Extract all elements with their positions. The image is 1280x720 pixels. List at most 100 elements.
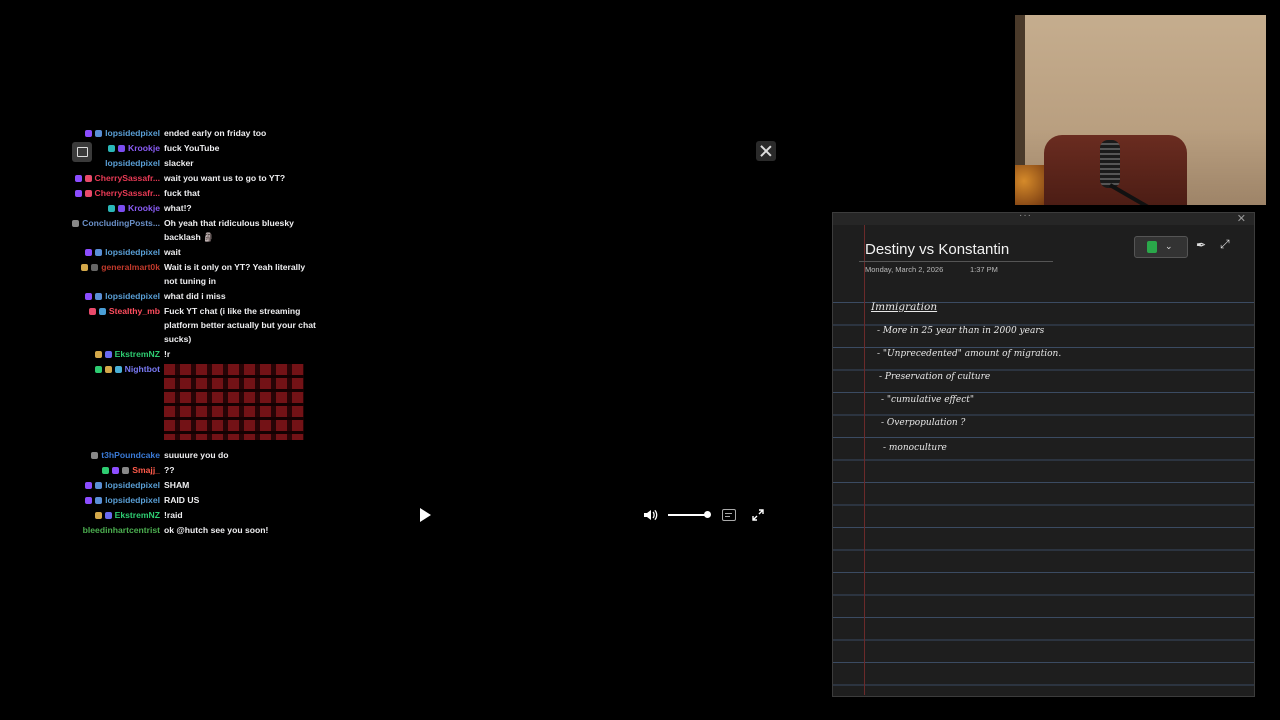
chat-message-text: !raid [164, 510, 183, 520]
chat-message-meta: Krookje [108, 201, 160, 215]
chat-username[interactable]: bleedinhartcentrist [83, 525, 160, 535]
chat-username[interactable]: lopsidedpixel [105, 247, 160, 257]
note-time: 1:37 PM [970, 265, 998, 274]
notebook-button[interactable]: ⌄ [1134, 236, 1188, 258]
chat-username[interactable]: Stealthy_mb [109, 306, 160, 316]
chat-message-meta: lopsidedpixel [85, 245, 160, 259]
chat-message-text: Wait is it only on YT? Yeah literally no… [164, 262, 306, 286]
chat-badge-icon [94, 512, 102, 519]
chat-badge-icon [85, 482, 93, 489]
chat-username[interactable]: lopsidedpixel [105, 128, 160, 138]
note-date: Monday, March 2, 2026 [865, 265, 944, 274]
chat-username[interactable]: t3hPoundcake [101, 450, 160, 460]
chat-badge-icon [104, 512, 112, 519]
chat-badge-icon [85, 249, 93, 256]
note-title[interactable]: Destiny vs Konstantin [865, 241, 1009, 258]
chat-username[interactable]: EkstremNZ [115, 510, 160, 520]
notes-titlebar[interactable]: ··· ✕ [833, 213, 1254, 225]
chat-badge-icon [98, 308, 106, 315]
chat-username[interactable]: Krookje [128, 203, 160, 213]
chat-username[interactable]: lopsidedpixel [105, 480, 160, 490]
chat-badge-icon [88, 308, 96, 315]
note-heading: Immigration [871, 301, 938, 313]
play-icon[interactable] [420, 508, 431, 522]
chat-message-text: what!? [164, 203, 192, 213]
chat-username[interactable]: Krookje [128, 143, 160, 153]
popout-chat-icon[interactable] [72, 142, 92, 162]
chat-panel: lopsidedpixel ended early on friday too Kr… [60, 124, 320, 538]
chat-message-meta: Krookje [108, 141, 160, 155]
chat-badge-icon [95, 130, 103, 137]
chat-message-meta: ConcludingPosts... [72, 216, 160, 230]
volume-icon[interactable] [642, 507, 658, 523]
fullscreen-icon[interactable] [751, 508, 765, 522]
chat-message-meta: lopsidedpixel [85, 126, 160, 140]
chat-badge-icon [72, 220, 80, 227]
note-line: - Preservation of culture [879, 372, 991, 382]
chat-message-meta: generalmart0k [81, 260, 160, 274]
chat-message-text: !r [164, 349, 171, 359]
chat-badge-icon [118, 205, 125, 212]
chat-badge-icon [91, 264, 99, 271]
chat-username[interactable]: CherrySassafr... [95, 188, 160, 198]
chat-message-text: suuuure you do [164, 450, 229, 460]
chat-message-meta: Stealthy_mb [88, 304, 160, 318]
chat-badge-icon [85, 497, 93, 504]
volume-slider-knob[interactable] [704, 511, 711, 518]
chat-badge-icon [84, 175, 92, 182]
chat-badge-icon [108, 205, 115, 212]
chat-message-meta: Nightbot [94, 362, 160, 376]
volume-slider[interactable] [668, 514, 708, 516]
chat-username[interactable]: lopsidedpixel [105, 158, 160, 168]
chat-message-meta: EkstremNZ [94, 347, 160, 361]
chat-badge-icon [91, 452, 99, 459]
expand-icon[interactable]: ⤢ [1220, 237, 1230, 252]
chat-badge-icon [104, 351, 112, 358]
pen-icon[interactable]: ✒ [1196, 238, 1206, 252]
close-icon[interactable] [756, 141, 776, 161]
chat-username[interactable]: Nightbot [125, 364, 160, 374]
chat-username[interactable]: EkstremNZ [115, 349, 160, 359]
note-line: - More in 25 year than in 2000 years [877, 326, 1045, 336]
chat-username[interactable]: CherrySassafr... [95, 173, 160, 183]
chat-message-text: ended early on friday too [164, 128, 267, 138]
chat-badge-icon [85, 293, 93, 300]
chat-username[interactable]: lopsidedpixel [105, 291, 160, 301]
chat-message-text: Oh yeah that ridiculous bluesky backlash… [164, 218, 294, 242]
chat-username[interactable]: lopsidedpixel [105, 495, 160, 505]
chat-badge-icon [108, 145, 115, 152]
note-line: - Overpopulation ? [881, 418, 966, 428]
chat-message-meta: lopsidedpixel [85, 493, 160, 507]
chat-username[interactable]: Smajj_ [132, 465, 160, 475]
chevron-down-icon: ⌄ [1165, 241, 1173, 251]
chat-badge-icon [81, 264, 89, 271]
chat-message-text: SHAM [164, 480, 190, 490]
chat-badge-icon [122, 467, 130, 474]
chat-message-text: wait you want us to go to YT? [164, 173, 286, 183]
chat-message-text: RAID US [164, 495, 200, 505]
microphone [1100, 140, 1120, 188]
chat-message-meta: bleedinhartcentrist [83, 523, 160, 537]
chat-message-meta: lopsidedpixel [85, 289, 160, 303]
note-line: - monoculture [883, 443, 947, 453]
chat-badge-icon [95, 293, 103, 300]
more-icon[interactable]: ··· [1019, 213, 1032, 221]
chat-badge-icon [118, 145, 125, 152]
chat-message-text: fuck YouTube [164, 143, 220, 153]
chat-message-meta: t3hPoundcake [91, 448, 160, 462]
chat-badge-icon [85, 130, 93, 137]
close-icon[interactable]: ✕ [1237, 213, 1246, 225]
emote-grid [164, 364, 304, 440]
captions-icon[interactable] [722, 509, 736, 521]
chat-badge-icon [94, 351, 102, 358]
chat-message-text: Fuck YT chat (i like the streaming platf… [164, 306, 316, 344]
chat-username[interactable]: generalmart0k [101, 262, 160, 272]
chat-badge-icon [114, 366, 122, 373]
chat-username[interactable]: ConcludingPosts... [82, 218, 160, 228]
note-line: - "Unprecedented" amount of migration. [877, 349, 1062, 359]
chat-message-text: ?? [164, 465, 175, 475]
chat-message-meta: lopsidedpixel [105, 156, 160, 170]
chat-badge-icon [95, 497, 103, 504]
chat-badge-icon [95, 249, 103, 256]
notes-window: ··· ✕ Destiny vs Konstantin Monday, Marc… [832, 212, 1255, 697]
